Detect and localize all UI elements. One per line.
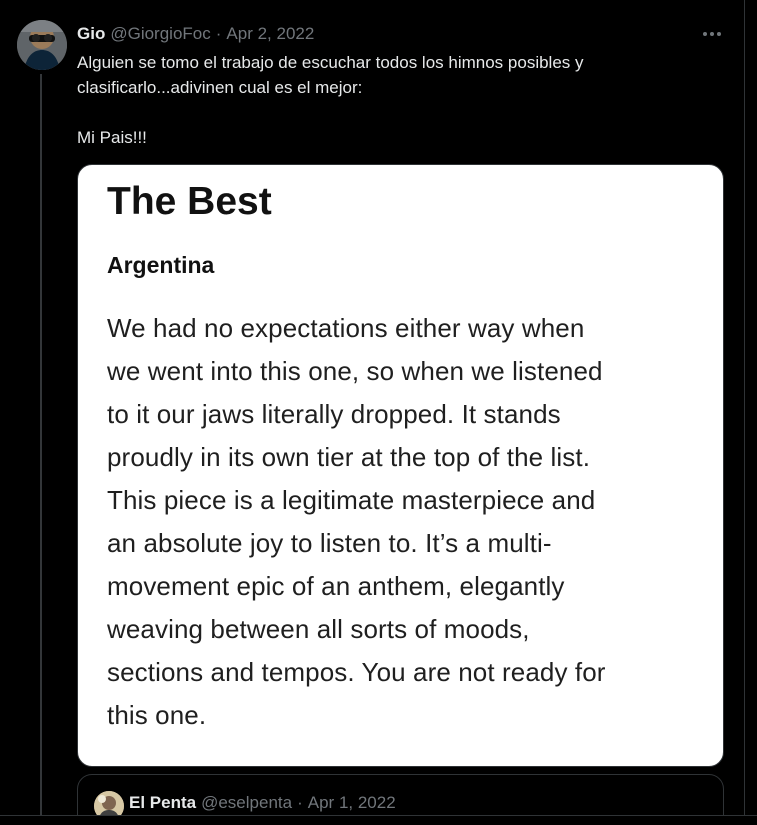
- image-title: The Best: [107, 180, 272, 223]
- thread-connector-line: [40, 74, 42, 825]
- author-avatar[interactable]: [17, 20, 67, 70]
- tweet-text-line: clasificarlo...adivinen cual es el mejor…: [77, 78, 363, 97]
- quoted-tweet-date[interactable]: Apr 1, 2022: [308, 793, 396, 813]
- tweet-image[interactable]: The Best Argentina We had no expectation…: [77, 164, 724, 767]
- image-body-line: We had no expectations either way when: [107, 313, 585, 343]
- image-body-line: an absolute joy to listen to. It’s a mul…: [107, 528, 552, 558]
- meta-separator: ·: [215, 24, 222, 43]
- image-body-line: proudly in its own tier at the top of th…: [107, 442, 591, 472]
- author-avatar-image: [17, 20, 67, 70]
- quoted-tweet-header: El Penta @eselpenta · Apr 1, 2022: [129, 793, 396, 813]
- quoted-author-handle[interactable]: @eselpenta: [201, 793, 292, 813]
- image-body-line: sections and tempos. You are not ready f…: [107, 657, 606, 687]
- quoted-meta-separator: ·: [297, 793, 303, 812]
- image-body-line: weaving between all sorts of moods,: [107, 614, 530, 644]
- more-horizontal-icon[interactable]: [700, 24, 724, 44]
- author-name[interactable]: Gio: [77, 24, 105, 44]
- image-body-line: to it our jaws literally dropped. It sta…: [107, 399, 561, 429]
- image-subtitle: Argentina: [107, 252, 215, 278]
- image-body-line: this one.: [107, 700, 207, 730]
- tweet-date[interactable]: Apr 2, 2022: [226, 24, 314, 44]
- image-body-line: This piece is a legitimate masterpiece a…: [107, 485, 596, 515]
- column-border: [744, 0, 745, 825]
- bottom-divider: [0, 815, 757, 825]
- author-handle[interactable]: @GiorgioFoc: [110, 24, 210, 44]
- tweet-thread-screen: Gio @GiorgioFoc · Apr 2, 2022 Alguien se…: [0, 0, 757, 825]
- tweet-header: Gio @GiorgioFoc · Apr 2, 2022: [77, 20, 314, 48]
- tweet-text: Alguien se tomo el trabajo de escuchar t…: [77, 50, 707, 150]
- tweet-text-line: Mi Pais!!!: [77, 128, 147, 147]
- more-dots-icon: [703, 32, 721, 36]
- image-body-line: movement epic of an anthem, elegantly: [107, 571, 565, 601]
- image-body-line: we went into this one, so when we listen…: [107, 356, 603, 386]
- image-body-text: We had no expectations either way when w…: [107, 307, 707, 737]
- quoted-author-name[interactable]: El Penta: [129, 793, 196, 813]
- tweet-text-line: Alguien se tomo el trabajo de escuchar t…: [77, 53, 584, 72]
